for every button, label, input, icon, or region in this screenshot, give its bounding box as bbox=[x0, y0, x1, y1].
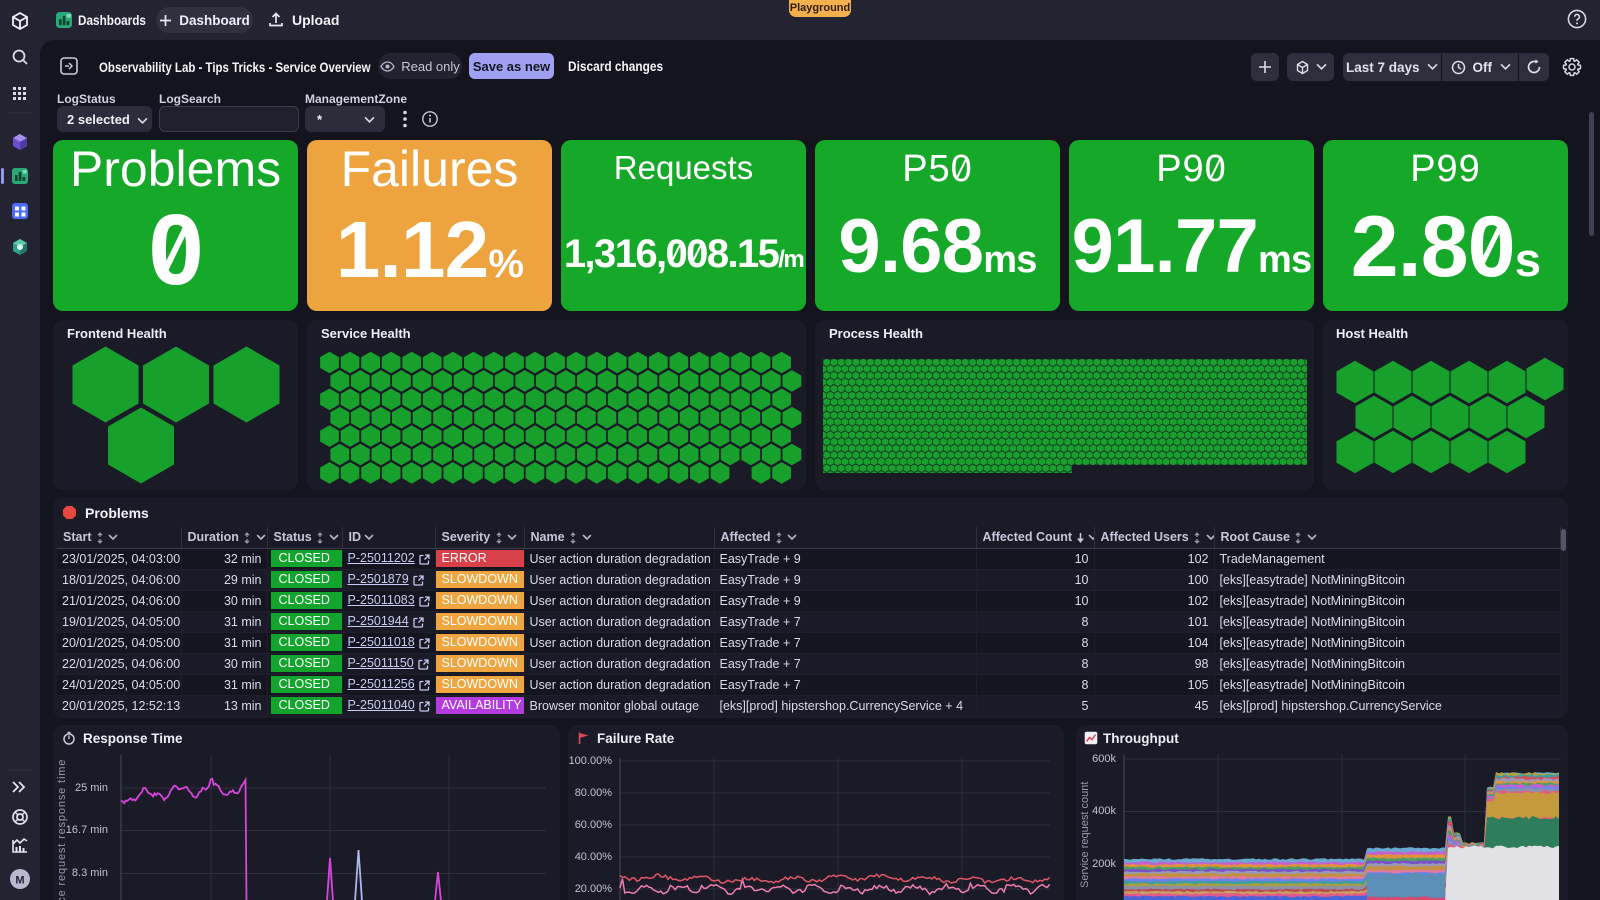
svg-text:M: M bbox=[15, 875, 24, 887]
